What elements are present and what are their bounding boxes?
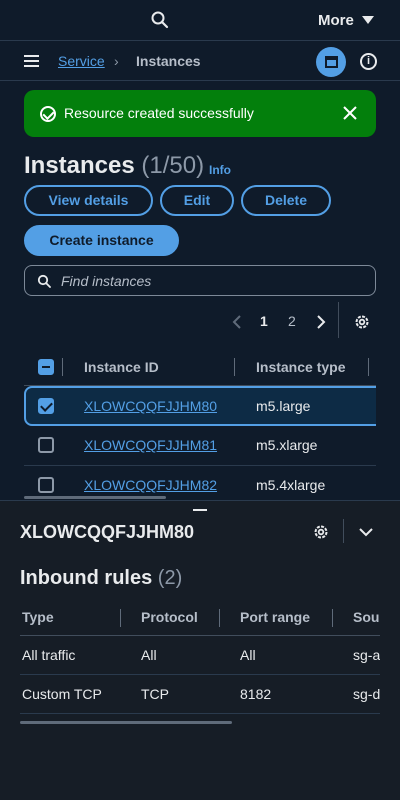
close-icon[interactable] <box>340 103 360 123</box>
column-divider <box>234 358 235 376</box>
breadcrumb-current: Instances <box>136 53 201 69</box>
column-header-instance-id[interactable]: Instance ID <box>84 359 159 375</box>
delete-button[interactable]: Delete <box>241 185 331 216</box>
column-header-source[interactable]: Sou <box>353 609 379 625</box>
create-instance-button[interactable]: Create instance <box>24 225 179 256</box>
breadcrumb-separator-icon: › <box>114 53 119 69</box>
rule-type-cell: Custom TCP <box>22 686 102 702</box>
edit-button[interactable]: Edit <box>160 185 234 216</box>
search-icon[interactable] <box>150 10 170 30</box>
row-checkbox[interactable] <box>38 437 54 453</box>
column-divider <box>332 609 333 627</box>
page-title-count: (1/50) <box>141 152 205 179</box>
search-icon <box>37 274 51 288</box>
rules-horizontal-scrollbar[interactable] <box>20 721 232 724</box>
rule-protocol-cell: All <box>141 647 157 663</box>
column-divider <box>368 358 369 376</box>
chevron-down-icon[interactable] <box>358 525 374 539</box>
more-menu-button[interactable]: More <box>318 10 374 30</box>
section-title-text: Inbound rules <box>20 567 153 589</box>
instance-id-link[interactable]: XLOWCQQFJJHM81 <box>84 437 217 453</box>
inbound-rules-heading: Inbound rules (2) <box>20 567 182 590</box>
table-header: Type Protocol Port range Sou <box>20 599 380 636</box>
column-divider <box>120 609 121 627</box>
column-header-instance-type[interactable]: Instance type <box>256 359 345 375</box>
rule-port-range-cell: All <box>240 647 256 663</box>
table-row[interactable]: XLOWCQQFJJHM81 m5.xlarge <box>24 426 376 466</box>
table-horizontal-scrollbar[interactable] <box>24 496 166 499</box>
top-navigation: More <box>0 0 400 41</box>
divider <box>338 302 339 338</box>
instance-type-cell: m5.xlarge <box>256 437 318 453</box>
table-row[interactable]: XLOWCQQFJJHM82 m5.4xlarge <box>24 466 376 500</box>
find-instances-field <box>24 265 376 296</box>
page-2-button[interactable]: 2 <box>288 313 296 329</box>
success-flash-banner: Resource created successfully <box>24 90 376 137</box>
split-panel-title: XLOWCQQFJJHM80 <box>20 522 195 542</box>
rule-source-cell: sg-d <box>353 686 380 702</box>
check-circle-icon <box>40 106 56 122</box>
page-title-text: Instances <box>24 152 135 179</box>
inbound-rules-table: Type Protocol Port range Sou All traffic… <box>20 599 380 719</box>
gear-icon[interactable] <box>353 313 371 331</box>
page-title: Instances (1/50) <box>24 152 204 180</box>
column-header-port-range[interactable]: Port range <box>240 609 310 625</box>
page-1-button[interactable]: 1 <box>260 313 268 329</box>
table-row: Custom TCP TCP 8182 sg-d <box>20 675 380 714</box>
caret-down-icon <box>361 16 374 24</box>
find-instances-input[interactable] <box>61 271 361 291</box>
more-label: More <box>318 11 354 29</box>
column-divider <box>219 609 220 627</box>
instance-id-link[interactable]: XLOWCQQFJJHM82 <box>84 477 217 493</box>
instance-type-cell: m5.large <box>256 398 311 414</box>
info-icon[interactable]: i <box>360 53 377 70</box>
table-row: All traffic All All sg-a <box>20 636 380 675</box>
select-all-checkbox[interactable] <box>38 359 54 375</box>
breadcrumb-service-link[interactable]: Service <box>58 53 105 69</box>
row-checkbox[interactable] <box>38 477 54 493</box>
rule-protocol-cell: TCP <box>141 686 169 702</box>
divider <box>343 519 344 543</box>
chevron-left-icon[interactable] <box>230 314 244 330</box>
instance-id-link[interactable]: XLOWCQQFJJHM80 <box>84 398 217 414</box>
split-panel-icon <box>324 56 338 68</box>
rule-port-range-cell: 8182 <box>240 686 272 702</box>
drag-handle[interactable] <box>193 509 207 511</box>
rule-source-cell: sg-a <box>353 647 380 663</box>
view-details-button[interactable]: View details <box>24 185 153 216</box>
column-divider <box>62 358 63 376</box>
chevron-right-icon[interactable] <box>314 314 328 330</box>
rule-type-cell: All traffic <box>22 647 76 663</box>
table-row[interactable]: XLOWCQQFJJHM80 m5.large <box>24 386 376 426</box>
section-title-count: (2) <box>157 567 183 589</box>
flash-message: Resource created successfully <box>64 105 254 121</box>
instances-table: Instance ID Instance type XLOWCQQFJJHM80… <box>24 348 376 500</box>
split-panel: XLOWCQQFJJHM80 Inbound rules (2) Type Pr… <box>0 500 400 800</box>
column-header-type[interactable]: Type <box>22 609 54 625</box>
instance-type-cell: m5.4xlarge <box>256 477 326 493</box>
breadcrumb-bar: Service › Instances i <box>0 41 400 81</box>
pagination: 1 2 <box>0 302 400 338</box>
split-panel-toggle-button[interactable] <box>316 47 346 77</box>
table-header: Instance ID Instance type <box>24 348 376 386</box>
info-link[interactable]: Info <box>209 163 231 177</box>
menu-icon[interactable] <box>24 55 39 67</box>
row-checkbox[interactable] <box>38 398 54 414</box>
gear-icon[interactable] <box>312 523 330 541</box>
column-header-protocol[interactable]: Protocol <box>141 609 198 625</box>
